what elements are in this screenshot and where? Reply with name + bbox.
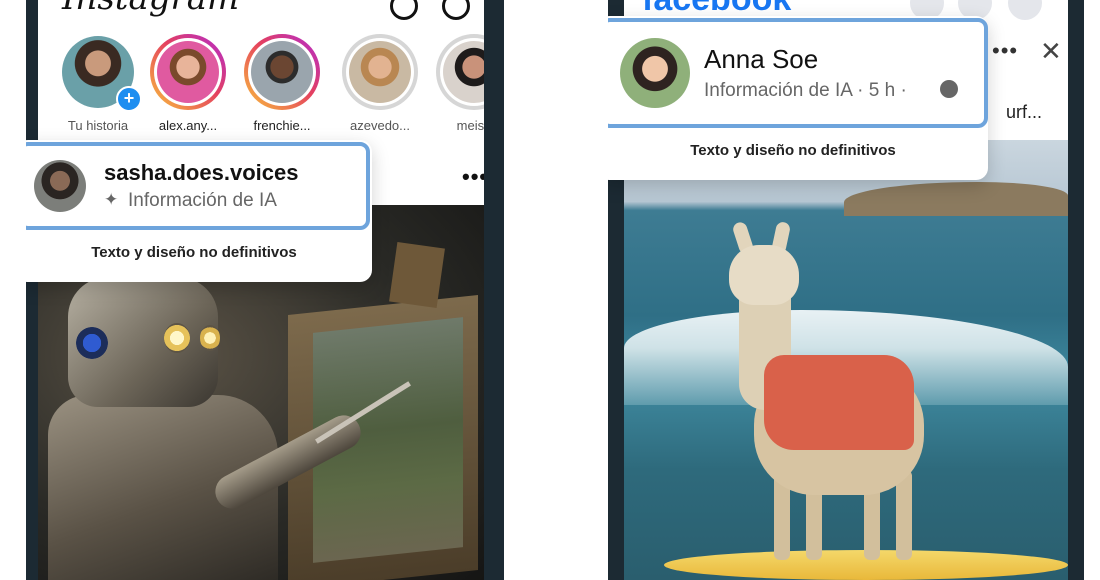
author-highlight[interactable]: sasha.does.voices ✦ Información de IA — [26, 142, 370, 230]
ai-info-card: Anna Soe Información de IA · 5 h · Texto… — [608, 16, 988, 180]
avatar — [349, 41, 411, 103]
more-options-icon[interactable]: ••• — [992, 38, 1018, 64]
disclaimer-text: Texto y diseño no definitivos — [690, 142, 896, 159]
story-label: alex.any... — [158, 118, 218, 133]
avatar — [157, 41, 219, 103]
close-icon[interactable]: ✕ — [1040, 36, 1062, 67]
disclaimer-text: Texto y diseño no definitivos — [91, 244, 297, 261]
username: sasha.does.voices — [104, 160, 299, 185]
avatar — [34, 160, 86, 212]
story-label: Tu historia — [67, 118, 129, 133]
more-options-icon[interactable]: ••• — [462, 164, 484, 190]
menu-icon[interactable] — [1008, 0, 1042, 20]
post-meta: Información de IA · 5 h · — [704, 80, 907, 101]
avatar — [620, 38, 690, 108]
instagram-screen: Instagram + Tu historia alex.any... fren… — [38, 0, 484, 580]
author-highlight[interactable]: Anna Soe Información de IA · 5 h · — [608, 18, 988, 128]
avatar — [443, 41, 484, 103]
instagram-logo: Instagram — [62, 0, 239, 18]
facebook-phone: facebook ••• ✕ urf... Anna Soe — [608, 0, 1084, 580]
heart-icon[interactable] — [390, 0, 418, 20]
story-label: frenchie... — [253, 118, 311, 133]
story-item[interactable]: azevedo... — [340, 34, 420, 133]
story-label: azevedo... — [350, 118, 410, 133]
messenger-icon[interactable] — [442, 0, 470, 20]
author-name: Anna Soe — [704, 44, 819, 74]
story-label: meish — [456, 118, 484, 133]
avatar — [251, 41, 313, 103]
add-story-icon[interactable]: + — [116, 86, 142, 112]
story-item[interactable]: meish — [434, 34, 484, 133]
story-item[interactable]: alex.any... — [148, 34, 228, 133]
globe-icon — [940, 80, 958, 98]
sparkle-icon: ✦ — [104, 190, 119, 209]
story-item[interactable]: frenchie... — [242, 34, 322, 133]
instagram-phone: Instagram + Tu historia alex.any... fren… — [26, 0, 504, 580]
ai-info-label: Información de IA — [128, 190, 277, 211]
ai-info-card: sasha.does.voices ✦ Información de IA Te… — [26, 140, 372, 282]
story-own[interactable]: + Tu historia — [58, 34, 142, 133]
post-text-snippet: urf... — [1006, 102, 1043, 122]
post-image — [624, 140, 1068, 580]
